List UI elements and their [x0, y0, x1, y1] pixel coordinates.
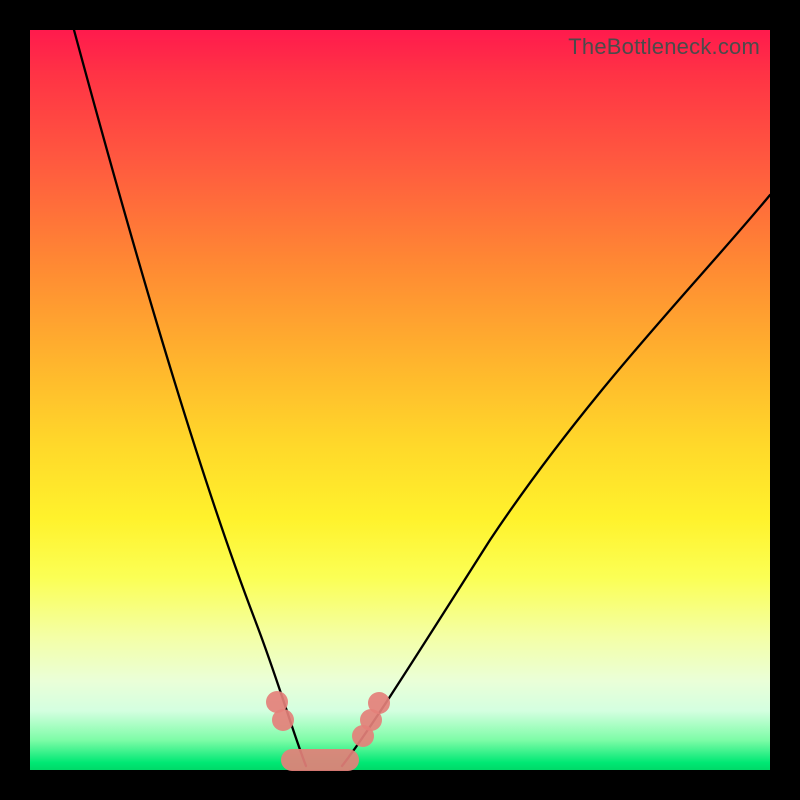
right-bottleneck-curve [342, 195, 770, 766]
chart-frame: TheBottleneck.com [0, 0, 800, 800]
curve-marker [272, 709, 294, 731]
left-bottleneck-curve [74, 30, 306, 766]
curve-marker [368, 692, 390, 714]
plot-area: TheBottleneck.com [30, 30, 770, 770]
curves-layer [30, 30, 770, 770]
